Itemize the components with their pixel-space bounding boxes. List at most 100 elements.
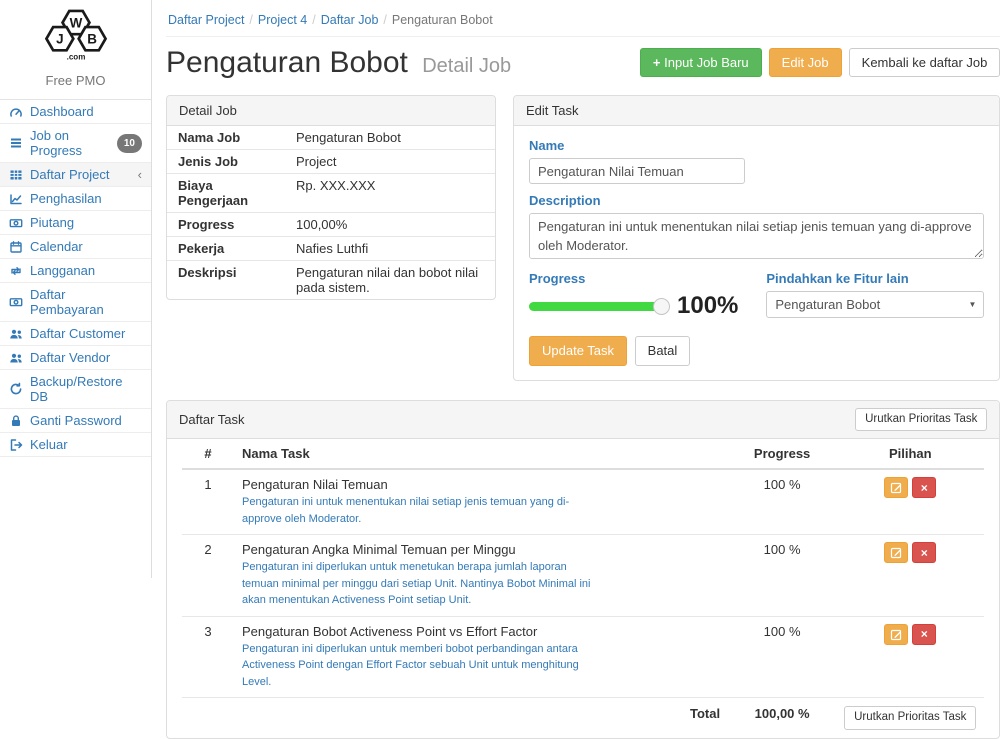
close-icon: ×	[921, 481, 928, 495]
delete-task-button[interactable]: ×	[912, 542, 936, 563]
table-icon	[9, 168, 23, 182]
pencil-square-icon	[890, 546, 903, 559]
task-table: # Nama Task Progress Pilihan 1 Pengatura…	[182, 439, 984, 738]
edit-task-button[interactable]	[884, 542, 908, 563]
column-header-nama-task: Nama Task	[234, 439, 728, 469]
sidebar-item-daftar-pembayaran[interactable]: Daftar Pembayaran	[0, 283, 151, 322]
sidebar-item-langganan[interactable]: Langganan	[0, 259, 151, 283]
dashboard-icon	[9, 105, 23, 119]
edit-job-button[interactable]: Edit Job	[769, 48, 842, 78]
update-task-button[interactable]: Update Task	[529, 336, 627, 366]
sidebar-item-dashboard[interactable]: Dashboard	[0, 100, 151, 124]
breadcrumb-link-daftar-job[interactable]: Daftar Job	[321, 13, 379, 27]
chevron-left-icon: ‹	[138, 170, 142, 180]
daftar-task-panel: Daftar Task Urutkan Prioritas Task # Nam…	[166, 400, 1000, 739]
breadcrumb-link-project-4[interactable]: Project 4	[258, 13, 307, 27]
sidebar: W J B .com Free PMO Dashboard Job on Pro…	[0, 0, 152, 578]
svg-text:W: W	[69, 15, 82, 30]
detail-job-heading: Detail Job	[167, 96, 495, 126]
sidebar-item-keluar[interactable]: Keluar	[0, 433, 151, 457]
detail-job-title: Detail Job	[179, 103, 237, 118]
close-icon: ×	[921, 627, 928, 641]
task-row: 2 Pengaturan Angka Minimal Temuan per Mi…	[182, 535, 984, 617]
detail-job-panel: Detail Job Nama JobPengaturan Bobot Jeni…	[166, 95, 496, 300]
task-name-input[interactable]	[529, 158, 745, 184]
task-row: 1 Pengaturan Nilai Temuan Pengaturan ini…	[182, 469, 984, 535]
edit-task-button[interactable]	[884, 477, 908, 498]
daftar-task-heading: Daftar Task Urutkan Prioritas Task	[167, 401, 999, 440]
refresh-icon	[9, 382, 23, 396]
breadcrumb-separator: /	[244, 13, 257, 27]
delete-task-button[interactable]: ×	[912, 624, 936, 645]
progress-slider-handle[interactable]	[653, 298, 670, 315]
sidebar-item-penghasilan[interactable]: Penghasilan	[0, 187, 151, 211]
money-icon	[9, 295, 23, 309]
page-title: Pengaturan Bobot Detail Job	[166, 46, 511, 79]
description-label: Description	[529, 193, 984, 208]
main-content: Daftar Project/Project 4/Daftar Job/Peng…	[152, 0, 1000, 578]
task-progress: 100 %	[728, 535, 836, 617]
name-label: Name	[529, 138, 984, 153]
detail-row: Jenis JobProject	[167, 150, 495, 174]
task-number: 1	[182, 469, 234, 535]
kembali-button[interactable]: Kembali ke daftar Job	[849, 48, 1000, 78]
sidebar-item-label: Piutang	[30, 215, 74, 230]
sidebar-item-daftar-customer[interactable]: Daftar Customer	[0, 322, 151, 346]
delete-task-button[interactable]: ×	[912, 477, 936, 498]
column-header-progress: Progress	[728, 439, 836, 469]
task-name: Pengaturan Angka Minimal Temuan per Ming…	[242, 542, 720, 557]
lock-icon	[9, 414, 23, 428]
sidebar-item-daftar-vendor[interactable]: Daftar Vendor	[0, 346, 151, 370]
task-name: Pengaturan Nilai Temuan	[242, 477, 720, 492]
money-icon	[9, 216, 23, 230]
urutkan-prioritas-button-bottom[interactable]: Urutkan Prioritas Task	[844, 706, 976, 730]
urutkan-prioritas-button[interactable]: Urutkan Prioritas Task	[855, 408, 987, 432]
sidebar-item-job-on-progress[interactable]: Job on Progress 10	[0, 124, 151, 163]
jwb-logo-icon: W J B .com	[33, 7, 119, 65]
close-icon: ×	[921, 546, 928, 560]
sidebar-item-daftar-project[interactable]: Daftar Project ‹	[0, 163, 151, 187]
breadcrumb-link-daftar-project[interactable]: Daftar Project	[168, 13, 244, 27]
retweet-icon	[9, 264, 23, 278]
breadcrumb: Daftar Project/Project 4/Daftar Job/Peng…	[166, 0, 1000, 37]
pindahkan-label: Pindahkan ke Fitur lain	[766, 271, 984, 286]
batal-button[interactable]: Batal	[635, 336, 691, 366]
progress-label: Progress	[529, 271, 738, 286]
sidebar-item-label: Dashboard	[30, 104, 94, 119]
svg-text:B: B	[87, 32, 97, 47]
sidebar-item-label: Backup/Restore DB	[30, 374, 142, 404]
sidebar-item-label: Langganan	[30, 263, 95, 278]
task-description-textarea[interactable]: Pengaturan ini untuk menentukan nilai se…	[529, 213, 984, 259]
sidebar-item-label: Job on Progress	[30, 128, 110, 158]
column-header-pilihan: Pilihan	[836, 439, 984, 469]
sidebar-nav: Dashboard Job on Progress 10 Daftar Proj…	[0, 100, 151, 457]
edit-task-button[interactable]	[884, 624, 908, 645]
calendar-icon	[9, 240, 23, 254]
pencil-square-icon	[890, 481, 903, 494]
sidebar-item-ganti-password[interactable]: Ganti Password	[0, 409, 151, 433]
task-description: Pengaturan ini diperlukan untuk menetuka…	[242, 559, 720, 609]
progress-slider-fill	[529, 302, 662, 311]
breadcrumb-separator: /	[307, 13, 320, 27]
progress-slider[interactable]	[529, 302, 662, 311]
sidebar-item-piutang[interactable]: Piutang	[0, 211, 151, 235]
daftar-task-title: Daftar Task	[179, 412, 245, 427]
sidebar-item-label: Ganti Password	[30, 413, 122, 428]
task-row: 3 Pengaturan Bobot Activeness Point vs E…	[182, 616, 984, 698]
detail-job-table: Nama JobPengaturan Bobot Jenis JobProjec…	[167, 126, 495, 299]
job-count-badge: 10	[117, 134, 142, 153]
sidebar-item-label: Calendar	[30, 239, 83, 254]
users-icon	[9, 351, 23, 365]
input-job-baru-button[interactable]: + Input Job Baru	[640, 48, 762, 78]
sidebar-item-label: Daftar Vendor	[30, 350, 110, 365]
sidebar-item-calendar[interactable]: Calendar	[0, 235, 151, 259]
pindahkan-select[interactable]: Pengaturan Bobot	[766, 291, 984, 318]
sidebar-item-label: Penghasilan	[30, 191, 102, 206]
task-progress: 100 %	[728, 616, 836, 698]
breadcrumb-separator: /	[378, 13, 391, 27]
progress-percent-value: 100%	[677, 292, 738, 320]
svg-text:.com: .com	[66, 52, 85, 61]
users-icon	[9, 327, 23, 341]
total-label: Total	[234, 698, 728, 738]
sidebar-item-backup-restore[interactable]: Backup/Restore DB	[0, 370, 151, 409]
